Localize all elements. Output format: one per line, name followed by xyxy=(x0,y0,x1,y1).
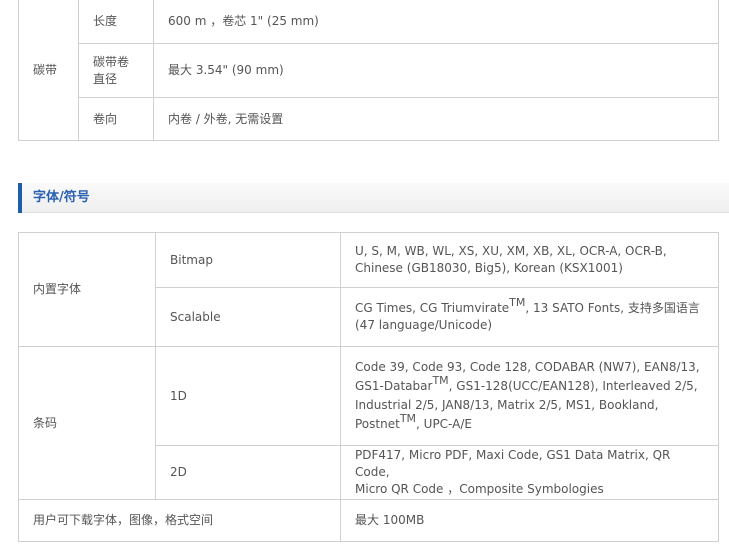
barcode-2d-label: 2D xyxy=(155,445,341,500)
barcode-1d-a: Code 39, Code 93, Code 128, CODABAR (NW7… xyxy=(355,360,700,374)
section-title: 字体/符号 xyxy=(33,190,90,205)
ribbon-length-value: 600 m ，卷芯 1" (25 mm) xyxy=(153,0,719,44)
barcode-1d-label: 1D xyxy=(155,346,341,446)
barcode-1d-d: Industrial 2/5, JAN8/13, Matrix 2/5, MS1… xyxy=(355,398,659,412)
bitmap-value: U, S, M, WB, WL, XS, XU, XM, XB, XL, OCR… xyxy=(340,232,719,288)
ribbon-direction-value: 内卷 / 外卷, 无需设置 xyxy=(153,97,719,141)
barcode-1d-b: GS1-Databar xyxy=(355,379,433,393)
scalable-value-c: (47 language/Unicode) xyxy=(355,318,493,332)
download-space-label: 用户可下载字体，图像，格式空间 xyxy=(18,499,341,542)
scalable-value-a: CG Times, CG Triumvirate xyxy=(355,301,510,315)
bitmap-value-line2: Chinese (GB18030, Big5), Korean (KSX1001… xyxy=(355,261,623,275)
builtin-fonts-group-cell: 内置字体 xyxy=(18,232,156,347)
trademark-mark: TM xyxy=(432,374,449,387)
barcode-group-cell: 条码 xyxy=(18,346,156,500)
barcode-1d-f: , UPC-A/E xyxy=(416,417,472,431)
ribbon-spec-table: 碳带 长度 600 m ，卷芯 1" (25 mm) 碳带卷直径 最大 3.54… xyxy=(18,0,719,141)
scalable-value: CG Times, CG TriumvirateTM, 13 SATO Font… xyxy=(340,287,719,347)
section-header: 字体/符号 xyxy=(18,183,729,213)
barcode-2d-a: PDF417, Micro PDF, Maxi Code, GS1 Data M… xyxy=(355,448,671,479)
barcode-1d-value: Code 39, Code 93, Code 128, CODABAR (NW7… xyxy=(340,346,719,446)
bitmap-value-line1: U, S, M, WB, WL, XS, XU, XM, XB, XL, OCR… xyxy=(355,244,667,258)
scalable-label: Scalable xyxy=(155,287,341,347)
bitmap-label: Bitmap xyxy=(155,232,341,288)
trademark-mark: TM xyxy=(399,412,417,425)
ribbon-diameter-value: 最大 3.54" (90 mm) xyxy=(153,43,719,98)
ribbon-diameter-label: 碳带卷直径 xyxy=(78,43,154,98)
download-space-value: 最大 100MB xyxy=(340,499,719,542)
ribbon-direction-label: 卷向 xyxy=(78,97,154,141)
font-symbol-spec-table: 内置字体 Bitmap U, S, M, WB, WL, XS, XU, XM,… xyxy=(18,232,719,542)
ribbon-group-cell: 碳带 xyxy=(18,0,79,141)
ribbon-length-label: 长度 xyxy=(78,0,154,44)
scalable-value-b: , 13 SATO Fonts, 支持多国语言 xyxy=(525,301,700,315)
barcode-2d-value: PDF417, Micro PDF, Maxi Code, GS1 Data M… xyxy=(340,445,719,500)
trademark-mark: TM xyxy=(509,296,526,309)
barcode-2d-b: Micro QR Code ，Composite Symbologies xyxy=(355,482,604,496)
section-accent-bar xyxy=(18,183,22,213)
barcode-1d-c: , GS1-128(UCC/EAN128), Interleaved 2/5, xyxy=(448,379,698,393)
barcode-1d-e: Postnet xyxy=(355,417,400,431)
